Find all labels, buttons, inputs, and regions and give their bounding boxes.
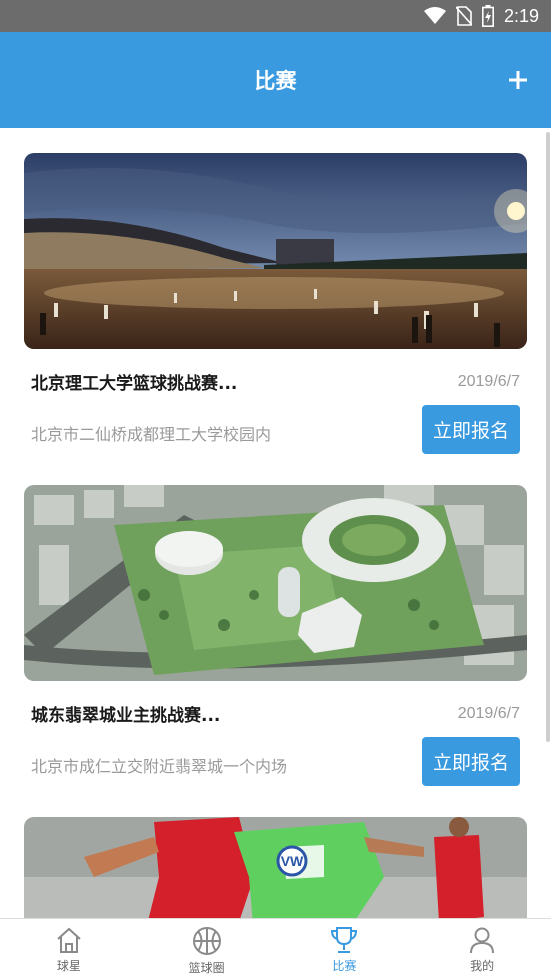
- match-date: 2019/6/7: [457, 704, 520, 722]
- match-card[interactable]: 北京理工大学篮球挑战赛... 2019/6/7 北京市二仙桥成都理工大学校园内 …: [24, 153, 527, 463]
- trophy-icon: [331, 927, 358, 953]
- wifi-icon: [423, 7, 446, 25]
- plus-icon: [509, 71, 527, 89]
- tab-matches[interactable]: 比赛: [276, 919, 413, 979]
- match-name: 北京理工大学篮球挑战赛...: [31, 374, 238, 394]
- tab-label: 比赛: [332, 959, 357, 973]
- page-title: 比赛: [254, 70, 297, 93]
- bottom-tab-bar: 球星 篮球圈 比赛 我的: [0, 918, 551, 979]
- tab-basketball-circle[interactable]: 篮球圈: [138, 919, 275, 979]
- battery-charging-icon: [481, 5, 494, 27]
- tab-label: 球星: [56, 959, 81, 973]
- svg-text:VW: VW: [281, 853, 304, 869]
- scrollbar[interactable]: [546, 132, 550, 742]
- stadium-night-photo: [24, 153, 527, 349]
- status-bar: 2:19: [0, 0, 551, 32]
- match-address: 北京市二仙桥成都理工大学校园内: [31, 425, 272, 444]
- signup-button[interactable]: 立即报名: [422, 737, 520, 786]
- signup-button[interactable]: 立即报名: [422, 405, 520, 454]
- match-card[interactable]: VW: [24, 817, 527, 918]
- match-list[interactable]: 北京理工大学篮球挑战赛... 2019/6/7 北京市二仙桥成都理工大学校园内 …: [0, 128, 551, 918]
- tab-label: 我的: [470, 959, 495, 973]
- tab-mine[interactable]: 我的: [414, 919, 551, 979]
- sports-center-aerial-photo: [24, 485, 527, 681]
- add-button[interactable]: [503, 65, 533, 95]
- match-card[interactable]: 城东翡翠城业主挑战赛... 2019/6/7 北京市成仁立交附近翡翠城一个内场 …: [24, 485, 527, 795]
- match-address: 北京市成仁立交附近翡翠城一个内场: [31, 757, 288, 776]
- basketball-icon: [192, 927, 221, 955]
- no-sim-icon: [455, 6, 472, 26]
- status-time: 2:19: [503, 5, 539, 26]
- home-icon: [57, 927, 81, 953]
- tab-label: 篮球圈: [188, 961, 225, 975]
- tab-stars[interactable]: 球星: [0, 919, 137, 979]
- app-header: 比赛: [0, 32, 551, 128]
- match-date: 2019/6/7: [457, 372, 520, 390]
- match-name: 城东翡翠城业主挑战赛...: [31, 706, 221, 726]
- user-icon: [470, 927, 495, 954]
- soccer-players-photo: VW: [24, 817, 527, 918]
